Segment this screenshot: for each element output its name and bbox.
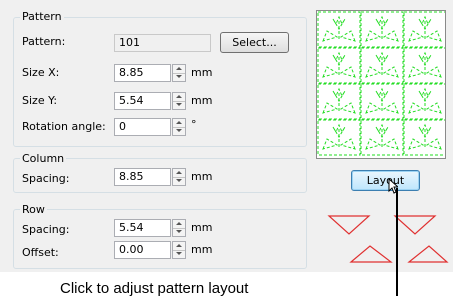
- column-spacing-label: Spacing:: [22, 172, 70, 185]
- row-spacing-unit: mm: [191, 221, 213, 234]
- size-x-unit: mm: [191, 66, 213, 79]
- pattern-preview-graphic: [317, 11, 445, 156]
- size-x-label: Size X:: [22, 66, 60, 79]
- arrow-bottom-right: [407, 245, 449, 263]
- rotation-stepper[interactable]: [172, 118, 186, 136]
- arrow-top-left: [327, 215, 371, 235]
- row-offset-unit: mm: [191, 243, 213, 256]
- select-button[interactable]: Select...: [220, 32, 289, 53]
- rotation-input[interactable]: 0: [114, 118, 171, 136]
- dialog-panel: Pattern Pattern: 101 Select... Size X: 8…: [0, 0, 453, 272]
- row-spacing-label: Spacing:: [22, 223, 70, 236]
- size-x-stepper[interactable]: [172, 64, 186, 82]
- spin-down-icon[interactable]: [173, 250, 185, 258]
- row-offset-stepper[interactable]: [172, 241, 186, 259]
- pattern-group-title: Pattern: [20, 10, 64, 23]
- column-spacing-unit: mm: [191, 170, 213, 183]
- pattern-label: Pattern:: [22, 35, 66, 48]
- row-offset-input[interactable]: 0.00: [114, 241, 171, 259]
- spin-down-icon[interactable]: [173, 127, 185, 135]
- arrow-top-right: [393, 215, 437, 235]
- pattern-preview: [316, 10, 446, 159]
- size-y-unit: mm: [191, 94, 213, 107]
- spin-down-icon[interactable]: [173, 228, 185, 236]
- caption-text: Click to adjust pattern layout: [60, 280, 249, 297]
- size-x-input[interactable]: 8.85: [114, 64, 171, 82]
- row-group: [13, 209, 307, 269]
- rotation-label: Rotation angle:: [22, 120, 106, 133]
- spin-down-icon[interactable]: [173, 101, 185, 109]
- arrow-bottom-left: [349, 245, 393, 263]
- layout-button[interactable]: Layout: [351, 170, 420, 191]
- size-y-input[interactable]: 5.54: [114, 92, 171, 110]
- spin-down-icon[interactable]: [173, 177, 185, 185]
- row-offset-label: Offset:: [22, 246, 59, 259]
- row-spacing-input[interactable]: 5.54: [114, 219, 171, 237]
- layout-arrows: [327, 215, 449, 263]
- column-group-title: Column: [20, 152, 67, 165]
- size-y-stepper[interactable]: [172, 92, 186, 110]
- row-group-title: Row: [20, 203, 47, 216]
- pattern-field: 101: [114, 34, 211, 52]
- size-y-label: Size Y:: [22, 94, 58, 107]
- column-spacing-input[interactable]: 8.85: [114, 168, 171, 186]
- rotation-unit: °: [191, 118, 197, 131]
- row-spacing-stepper[interactable]: [172, 219, 186, 237]
- column-spacing-stepper[interactable]: [172, 168, 186, 186]
- spin-down-icon[interactable]: [173, 73, 185, 81]
